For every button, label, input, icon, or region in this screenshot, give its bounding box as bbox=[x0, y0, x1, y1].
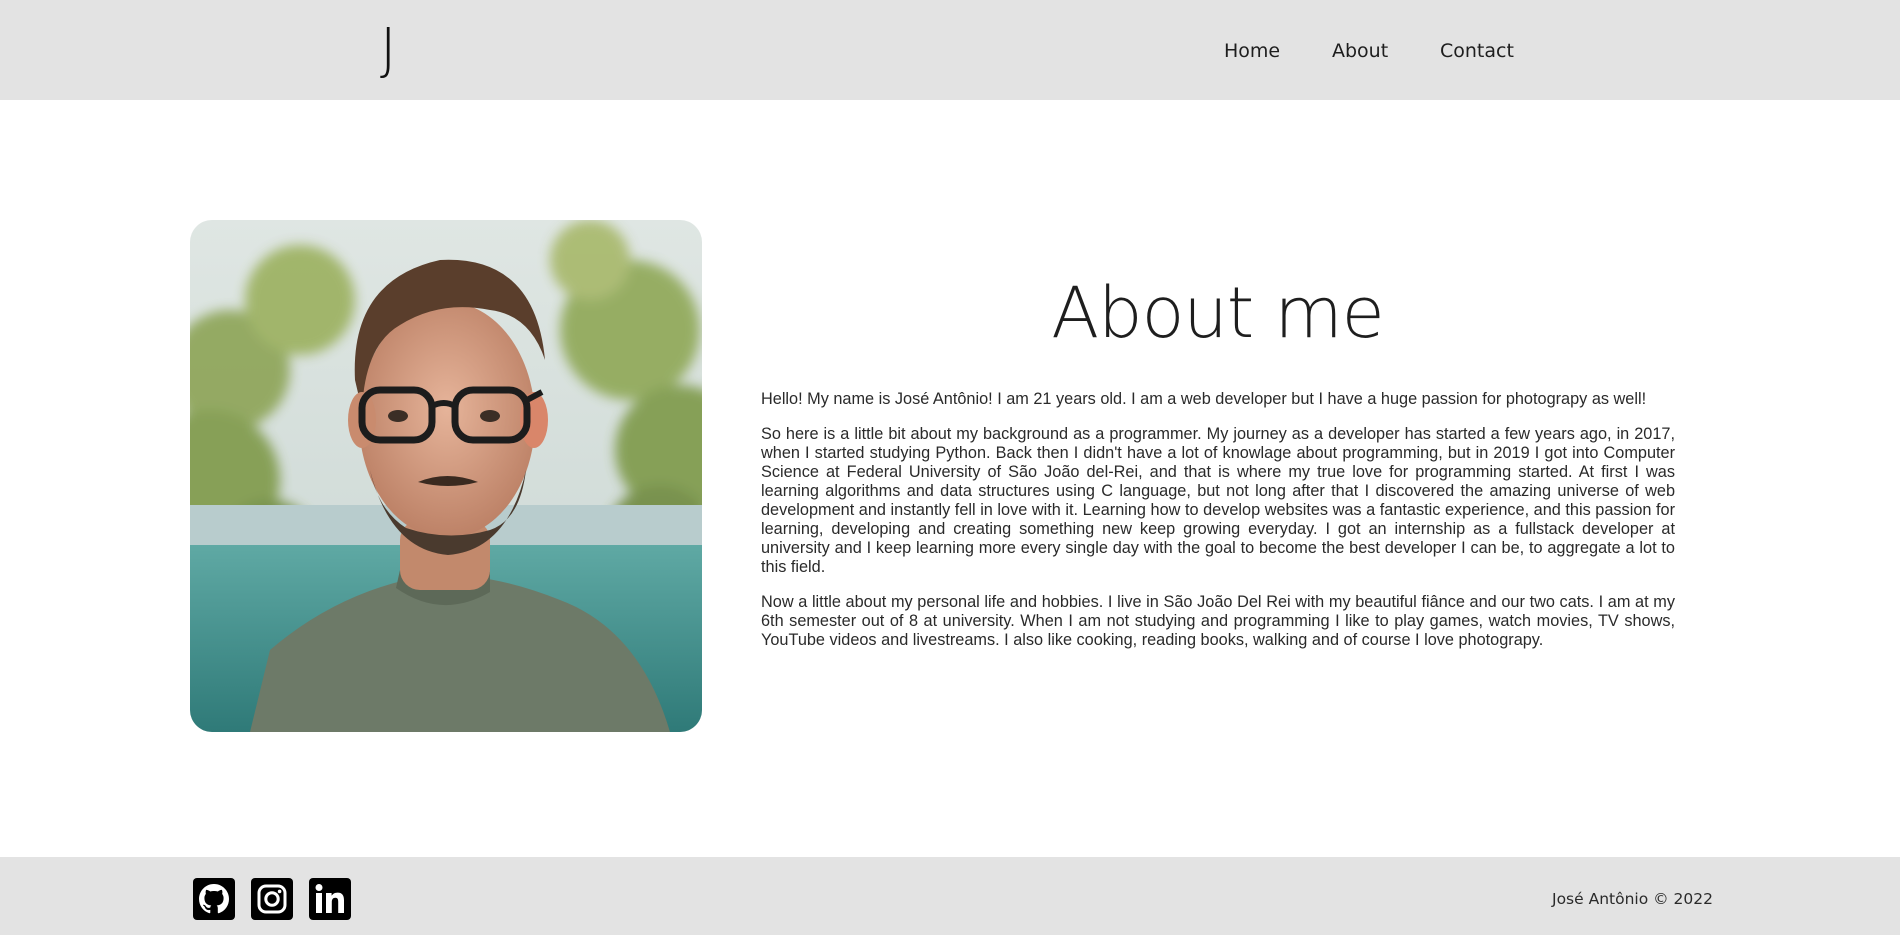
copyright-text: José Antônio © 2022 bbox=[1552, 890, 1713, 908]
nav-link-home[interactable]: Home bbox=[1224, 38, 1280, 64]
about-paragraph-intro: Hello! My name is José Antônio! I am 21 … bbox=[761, 390, 1647, 408]
instagram-icon bbox=[251, 878, 293, 920]
nav-link-about[interactable]: About bbox=[1332, 38, 1388, 64]
profile-photo bbox=[190, 220, 702, 732]
about-title: About me bbox=[1051, 272, 1384, 354]
nav-link-contact[interactable]: Contact bbox=[1440, 38, 1514, 64]
main-nav: Home About Contact bbox=[0, 38, 1900, 64]
linkedin-icon bbox=[309, 878, 351, 920]
linkedin-link[interactable] bbox=[309, 878, 351, 920]
github-link[interactable] bbox=[193, 878, 235, 920]
about-text: Hello! My name is José Antônio! I am 21 … bbox=[761, 390, 1675, 666]
github-icon bbox=[193, 878, 235, 920]
instagram-link[interactable] bbox=[251, 878, 293, 920]
about-paragraph-personal: Now a little about my personal life and … bbox=[761, 593, 1675, 649]
about-paragraph-background: So here is a little bit about my backgro… bbox=[761, 425, 1675, 576]
